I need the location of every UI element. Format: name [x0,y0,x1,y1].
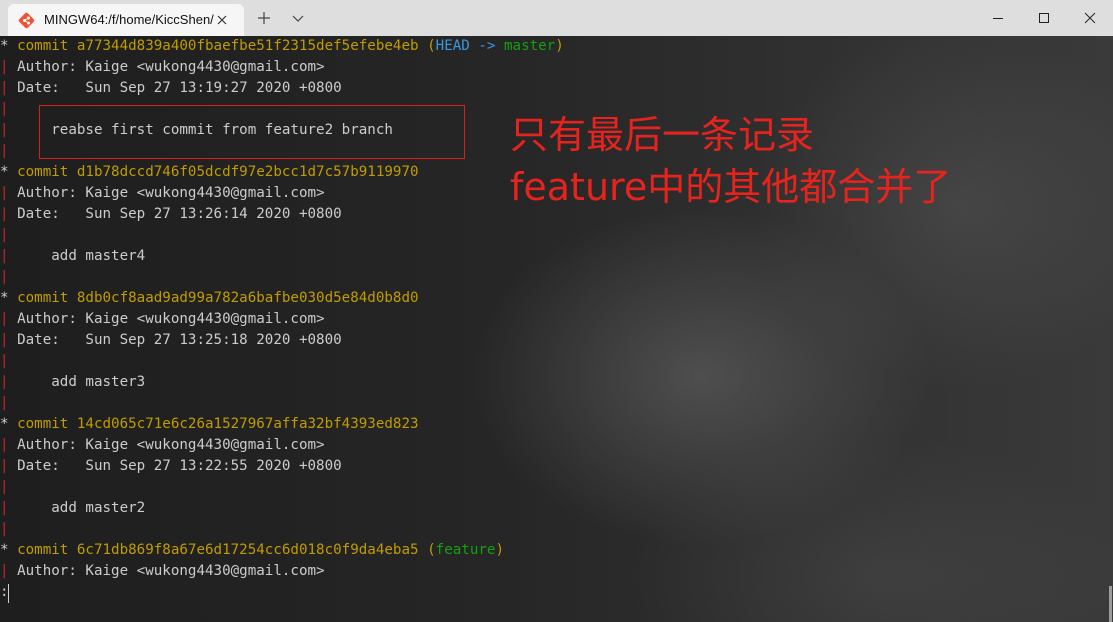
text-cursor [8,584,9,603]
branch-ref: feature [435,542,496,558]
graph-line: | [0,59,9,75]
graph-line: | [0,353,9,369]
minimize-icon[interactable] [986,6,1010,30]
highlight-box [39,105,465,159]
graph-line: | [0,374,9,390]
refs-close: ) [555,38,564,54]
commit-date: Date: Sun Sep 27 13:22:55 2020 +0800 [17,458,342,474]
author-line: | Author: Kaige <wukong4430@gmail.com> [0,309,325,330]
commit-date: Date: Sun Sep 27 13:19:27 2020 +0800 [17,80,342,96]
commit-hash: a77344d839a400fbaefbe51f2315def5efebe4eb [76,38,419,54]
author-line: | Author: Kaige <wukong4430@gmail.com> [0,183,325,204]
commit-line: * commit 8db0cf8aad9ad99a782a6bafbe030d5… [0,288,419,309]
annotation-line-1: 只有最后一条记录 [510,113,815,157]
blank-line: | [0,393,9,414]
commit-label: commit [17,542,69,558]
tab-title: MINGW64:/f/home/KiccShen/re [44,12,214,27]
commit-hash: 14cd065c71e6c26a1527967affa32bf4393ed823 [76,416,419,432]
commit-author: Author: Kaige <wukong4430@gmail.com> [17,437,325,453]
scrollbar-thumb[interactable] [1109,586,1112,622]
graph-line: | [0,563,9,579]
close-icon[interactable] [1078,6,1102,30]
message-line: | add master4 [0,246,145,267]
commit-line: * commit a77344d839a400fbaefbe51f2315def… [0,36,564,57]
refs-open: ( [427,542,436,558]
author-line: | Author: Kaige <wukong4430@gmail.com> [0,57,325,78]
commit-hash: d1b78dccd746f05dcdf97e2bcc1d7c57b9119970 [76,164,419,180]
graph-line: | [0,521,9,537]
commit-label: commit [17,164,69,180]
commit-message: add master3 [51,374,146,390]
graph-line: | [0,101,9,117]
graph-line: | [0,332,9,348]
message-line: | add master2 [0,498,145,519]
date-line: | Date: Sun Sep 27 13:25:18 2020 +0800 [0,330,342,351]
terminal-output[interactable]: * commit a77344d839a400fbaefbe51f2315def… [0,36,1113,622]
graph-line: | [0,143,9,159]
git-bash-icon [18,12,35,29]
commit-date: Date: Sun Sep 27 13:25:18 2020 +0800 [17,332,342,348]
blank-line: | [0,267,9,288]
commit-message: add master4 [51,248,146,264]
graph-star: * [0,290,9,306]
commit-label: commit [17,290,69,306]
tab-close-icon[interactable] [214,12,230,28]
author-line: | Author: Kaige <wukong4430@gmail.com> [0,561,325,582]
graph-line: | [0,311,9,327]
graph-line: | [0,206,9,222]
commit-line: * commit d1b78dccd746f05dcdf97e2bcc1d7c5… [0,162,419,183]
graph-line: | [0,269,9,285]
blank-line: | [0,351,9,372]
blank-line: | [0,225,9,246]
graph-star: * [0,164,9,180]
graph-line: | [0,122,9,138]
commit-hash: 6c71db869f8a67e6d17254cc6d018c0f9da4eba5 [76,542,419,558]
graph-line: | [0,458,9,474]
title-bar: MINGW64:/f/home/KiccShen/re [0,0,1113,36]
branch-ref: master [504,38,556,54]
graph-line: | [0,395,9,411]
annotation-line-2: feature中的其他都合并了 [510,165,952,209]
commit-date: Date: Sun Sep 27 13:26:14 2020 +0800 [17,206,342,222]
message-line: | add master3 [0,372,145,393]
graph-line: | [0,80,9,96]
commit-hash: 8db0cf8aad9ad99a782a6bafbe030d5e84d0b8d0 [76,290,419,306]
commit-author: Author: Kaige <wukong4430@gmail.com> [17,311,325,327]
commit-author: Author: Kaige <wukong4430@gmail.com> [17,185,325,201]
head-ref: HEAD -> [435,38,496,54]
blank-line: | [0,477,9,498]
graph-star: * [0,38,9,54]
commit-line: * commit 14cd065c71e6c26a1527967affa32bf… [0,414,419,435]
commit-label: commit [17,416,69,432]
commit-line: * commit 6c71db869f8a67e6d17254cc6d018c0… [0,540,504,561]
commit-author: Author: Kaige <wukong4430@gmail.com> [17,59,325,75]
chevron-down-icon[interactable] [290,10,306,26]
terminal-tab[interactable]: MINGW64:/f/home/KiccShen/re [8,4,244,36]
graph-line: | [0,500,9,516]
blank-line: | [0,141,9,162]
refs-close: ) [495,542,504,558]
maximize-icon[interactable] [1032,6,1056,30]
graph-star: * [0,542,9,558]
plus-icon[interactable] [256,10,272,26]
graph-line: | [0,185,9,201]
refs-open: ( [427,38,436,54]
graph-star: * [0,416,9,432]
graph-line: | [0,479,9,495]
author-line: | Author: Kaige <wukong4430@gmail.com> [0,435,325,456]
graph-line: | [0,248,9,264]
blank-line: | [0,519,9,540]
commit-label: commit [17,38,69,54]
graph-line: | [0,437,9,453]
graph-line: | [0,227,9,243]
commit-message: add master2 [51,500,146,516]
commit-author: Author: Kaige <wukong4430@gmail.com> [17,563,325,579]
blank-line: | [0,99,9,120]
date-line: | Date: Sun Sep 27 13:26:14 2020 +0800 [0,204,342,225]
date-line: | Date: Sun Sep 27 13:19:27 2020 +0800 [0,78,342,99]
date-line: | Date: Sun Sep 27 13:22:55 2020 +0800 [0,456,342,477]
